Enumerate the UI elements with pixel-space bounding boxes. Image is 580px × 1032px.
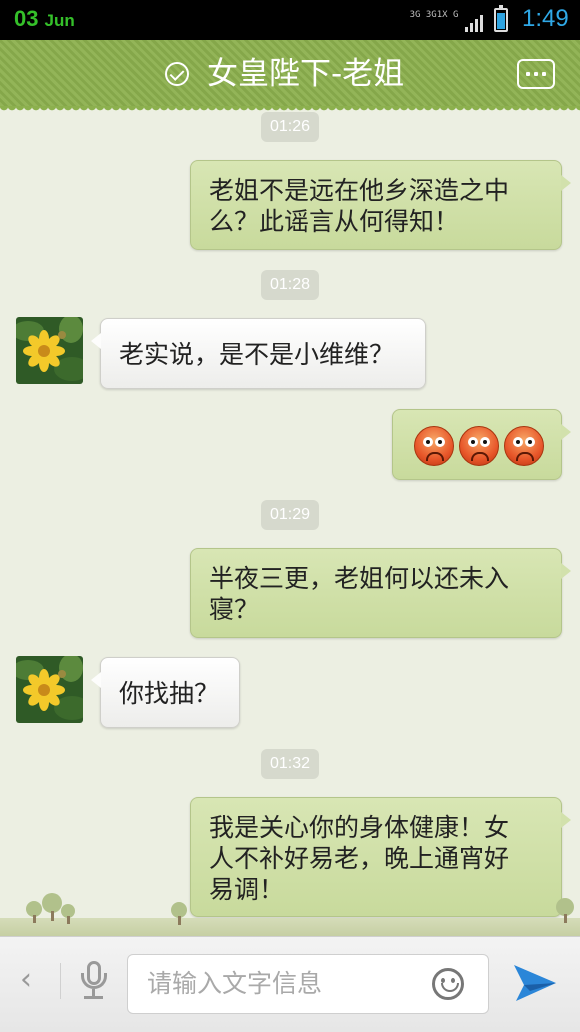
yellow-flower-icon [16,317,83,384]
status-day: 03 [14,6,39,31]
incoming-message[interactable]: 你找抽？ [91,657,240,728]
verified-check-icon [165,62,189,86]
smiley-icon[interactable] [432,968,464,1000]
scenery-ground [0,918,580,936]
send-icon[interactable] [512,961,558,1005]
angry-face-icon [459,426,499,466]
outgoing-emoji-message[interactable] [392,409,571,480]
chat-area[interactable]: 01:26 老姐不是远在他乡深造之中 么？此谣言从何得知！ 01:28 老实说，… [0,106,580,936]
message-text: 易调！ [209,875,285,904]
dot [526,72,530,76]
chat-title: 女皇陛下-老姐 [207,56,405,92]
dot [534,72,538,76]
angry-face-icon [504,426,544,466]
network-icons: 3G 3G1X G [408,8,483,32]
contact-avatar[interactable] [16,317,83,384]
message-input-placeholder: 请输入文字信息 [147,969,323,998]
battery-icon [494,5,508,32]
outgoing-message[interactable]: 我是关心你的身体健康！女 人不补好易老，晚上通宵好 易调！ [190,797,571,917]
chat-menu-button[interactable] [517,59,555,89]
timestamp: 01:28 [261,270,319,300]
network-type-icon: 3G 3G1X G [409,10,459,20]
incoming-message[interactable]: 老实说，是不是小维维？ [91,318,426,389]
title-bar: 女皇陛下-老姐 [0,40,580,112]
message-text: 寝？ [209,595,260,624]
message-text: 么？此谣言从何得知！ [209,207,460,236]
status-date: 03 Jun [14,6,75,32]
message-input[interactable]: 请输入文字信息 [127,954,489,1014]
timestamp: 01:26 [261,112,319,142]
outgoing-message[interactable]: 老姐不是远在他乡深造之中 么？此谣言从何得知！ [190,160,571,250]
input-bar: ‹ 请输入文字信息 [0,936,580,1032]
message-text: 半夜三更，老姐何以还未入 [209,564,510,593]
message-text: 你找抽？ [119,679,220,708]
signal-icon [465,14,483,32]
status-month: Jun [44,11,75,30]
dot [542,72,546,76]
status-time: 1:49 [522,5,569,32]
timestamp: 01:29 [261,500,319,530]
message-text: 我是关心你的身体健康！女 [209,813,510,842]
yellow-flower-icon [16,656,83,723]
outgoing-message[interactable]: 半夜三更，老姐何以还未入 寝？ [190,548,571,638]
status-bar: 03 Jun 3G 3G1X G 1:49 [0,0,580,40]
microphone-icon[interactable] [79,961,109,1003]
message-text: 人不补好易老，晚上通宵好 [209,844,510,873]
chevron-left-icon[interactable]: ‹ [20,965,34,995]
message-text: 老姐不是远在他乡深造之中 [209,176,510,205]
message-text: 老实说，是不是小维维？ [119,340,395,369]
angry-face-icon [414,426,454,466]
timestamp: 01:32 [261,749,319,779]
contact-avatar[interactable] [16,656,83,723]
divider [60,963,61,999]
